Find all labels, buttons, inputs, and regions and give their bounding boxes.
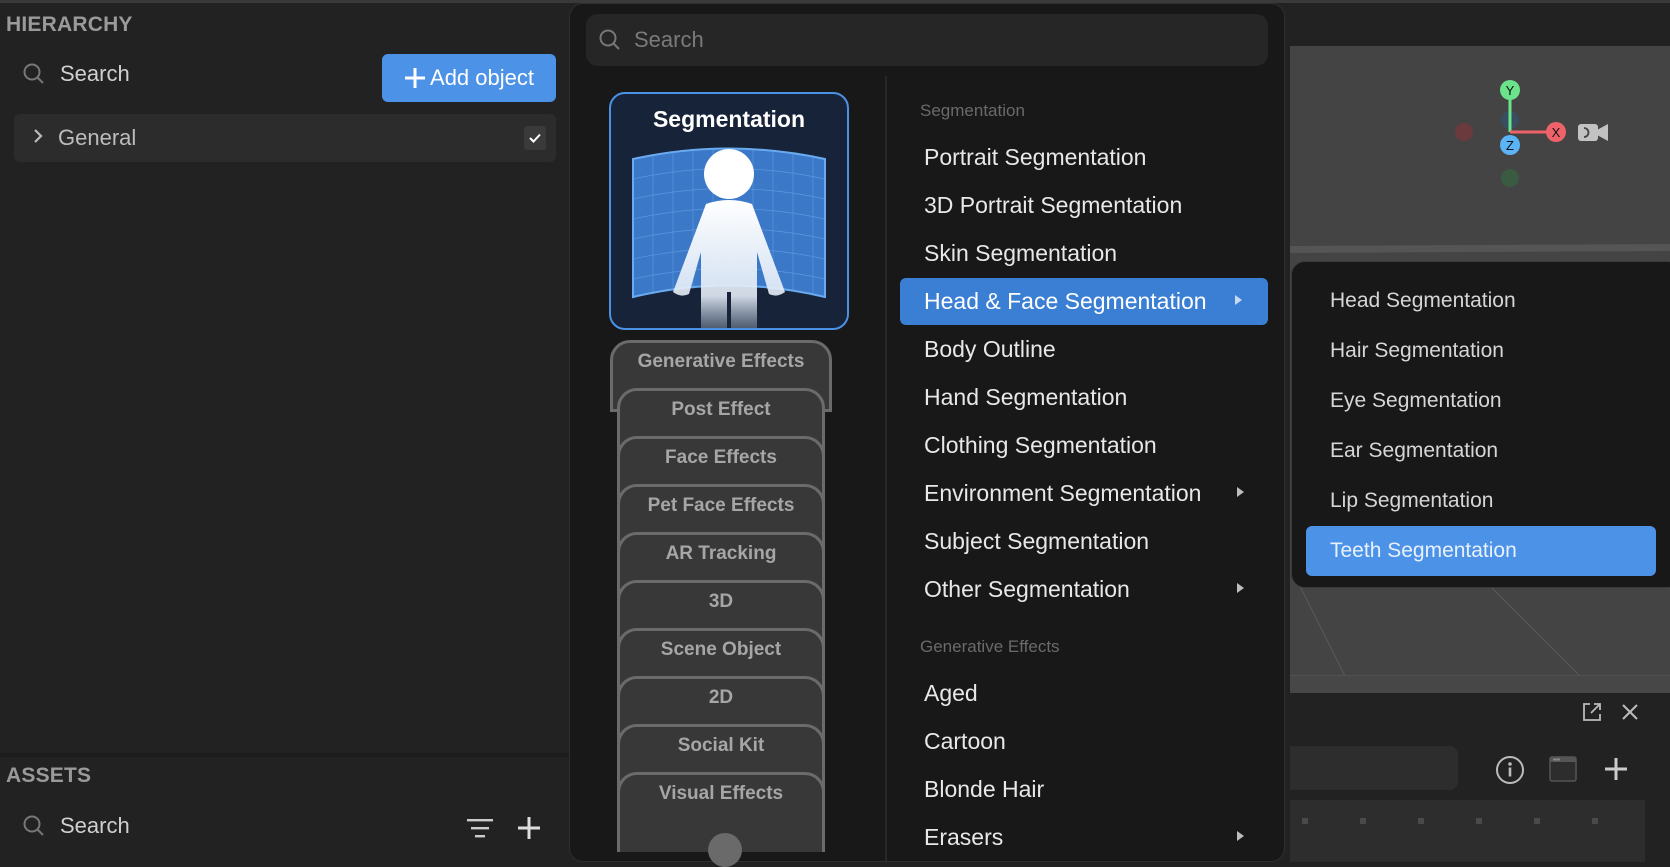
panel-search-input[interactable] (1290, 746, 1458, 790)
popup-search-placeholder: Search (634, 27, 704, 52)
submenu-item-ear-segmentation[interactable]: Ear Segmentation (1306, 426, 1656, 476)
filter-button[interactable] (466, 816, 494, 840)
menu-item-cartoon[interactable]: Cartoon (900, 718, 1268, 765)
segmentation-illustration (632, 147, 826, 328)
x-axis-label: X (1552, 125, 1561, 140)
menu-item-subject-segmentation[interactable]: Subject Segmentation (900, 518, 1268, 565)
menu-item-label: Other Segmentation (924, 576, 1130, 602)
add-object-label: Add object (430, 65, 534, 90)
section-header-generative-effects: Generative Effects (920, 637, 1060, 656)
submenu-arrow-icon (1235, 295, 1242, 305)
menu-item-3d-portrait-segmentation[interactable]: 3D Portrait Segmentation (900, 182, 1268, 229)
neg-x-handle (1455, 123, 1473, 141)
category-visual-effects[interactable]: Visual Effects (617, 772, 825, 867)
submenu-item-head-segmentation[interactable]: Head Segmentation (1306, 276, 1656, 326)
submenu-arrow-icon (1237, 583, 1244, 593)
head-face-submenu: Head Segmentation Hair Segmentation Eye … (1291, 261, 1670, 588)
tree-item-label: General (58, 125, 137, 150)
search-icon (23, 815, 44, 836)
asset-grid (1290, 800, 1645, 862)
info-icon (1496, 756, 1524, 784)
check-icon (529, 133, 541, 143)
panel-divider[interactable] (0, 753, 570, 757)
y-axis-label: Y (1506, 83, 1515, 98)
hierarchy-search[interactable]: Search (22, 61, 130, 87)
menu-item-label: Erasers (924, 824, 1004, 850)
viewport-toolbar (1290, 3, 1670, 46)
menu-item-hand-segmentation[interactable]: Hand Segmentation (900, 374, 1268, 421)
visibility-checkbox[interactable] (524, 126, 546, 150)
plus-icon (1605, 758, 1627, 780)
plus-icon (518, 817, 540, 839)
neg-y-handle (1501, 169, 1519, 187)
window-button[interactable] (1548, 754, 1578, 784)
chevron-right-icon[interactable] (32, 128, 52, 149)
menu-item-label: 3D Portrait Segmentation (924, 192, 1183, 218)
submenu-arrow-icon (1237, 487, 1244, 497)
menu-item-environment-segmentation[interactable]: Environment Segmentation (900, 470, 1268, 517)
axis-gizmo[interactable]: Y X Z (1450, 74, 1650, 194)
menu-item-label: Environment Segmentation (924, 480, 1202, 506)
assets-search[interactable]: Search (22, 813, 130, 839)
external-link-icon (1583, 703, 1601, 721)
popout-button[interactable] (1580, 700, 1604, 724)
tree-item-general[interactable]: General (14, 114, 556, 162)
hierarchy-search-placeholder: Search (60, 61, 130, 86)
menu-item-label: Body Outline (924, 336, 1056, 362)
assets-title: ASSETS (6, 764, 92, 787)
menu-item-other-segmentation[interactable]: Other Segmentation (900, 566, 1268, 613)
category-card-segmentation[interactable]: Segmentation (609, 92, 849, 330)
category-card-title: Segmentation (652, 106, 806, 132)
menu-item-label: Head & Face Segmentation (924, 288, 1207, 314)
menu-item-blonde-hair[interactable]: Blonde Hair (900, 766, 1268, 813)
menu-item-label: Portrait Segmentation (924, 144, 1147, 170)
submenu-arrow-icon (1237, 831, 1244, 841)
menu-item-label: Blonde Hair (924, 776, 1045, 802)
menu-item-aged[interactable]: Aged (900, 670, 1268, 717)
menu-item-portrait-segmentation[interactable]: Portrait Segmentation (900, 134, 1268, 181)
submenu-item-hair-segmentation[interactable]: Hair Segmentation (1306, 326, 1656, 376)
search-icon (599, 29, 620, 50)
add-button[interactable] (1603, 756, 1629, 782)
popup-search-input[interactable]: Search (586, 14, 1268, 66)
popup-divider (885, 76, 887, 863)
menu-item-label: Subject Segmentation (924, 528, 1150, 554)
menu-item-head-face-segmentation[interactable]: Head & Face Segmentation (900, 278, 1268, 325)
close-panel-button[interactable] (1618, 700, 1642, 724)
menu-item-body-outline[interactable]: Body Outline (900, 326, 1268, 373)
menu-item-clothing-segmentation[interactable]: Clothing Segmentation (900, 422, 1268, 469)
plus-icon (405, 68, 426, 88)
hierarchy-title: HIERARCHY (6, 13, 133, 36)
window-icon (1549, 756, 1577, 782)
submenu-item-teeth-segmentation[interactable]: Teeth Segmentation (1306, 526, 1656, 576)
submenu-item-eye-segmentation[interactable]: Eye Segmentation (1306, 376, 1656, 426)
filter-icon (467, 819, 493, 838)
menu-item-skin-segmentation[interactable]: Skin Segmentation (900, 230, 1268, 277)
info-button[interactable] (1494, 754, 1526, 786)
category-visual-effects-label: Visual Effects (658, 783, 784, 804)
menu-item-label: Clothing Segmentation (924, 432, 1157, 458)
menu-item-label: Aged (924, 680, 978, 706)
assets-search-placeholder: Search (60, 813, 130, 838)
section-header-segmentation: Segmentation (920, 101, 1025, 120)
search-icon (23, 63, 44, 84)
add-asset-button[interactable] (516, 815, 542, 841)
add-object-button[interactable]: Add object (382, 54, 556, 102)
left-panel: HIERARCHY Search Add object General ASSE… (0, 3, 570, 862)
submenu-item-lip-segmentation[interactable]: Lip Segmentation (1306, 476, 1656, 526)
close-icon (1622, 704, 1638, 720)
menu-item-label: Skin Segmentation (924, 240, 1118, 266)
add-object-popup: Search Segmentation Generative Effects P… (569, 3, 1285, 867)
camera-reset-icon (1578, 124, 1608, 141)
menu-item-label: Hand Segmentation (924, 384, 1128, 410)
menu-item-label: Cartoon (924, 728, 1006, 754)
menu-item-erasers[interactable]: Erasers (900, 814, 1268, 861)
bottom-panel (1290, 694, 1670, 862)
z-axis-label: Z (1506, 138, 1514, 153)
